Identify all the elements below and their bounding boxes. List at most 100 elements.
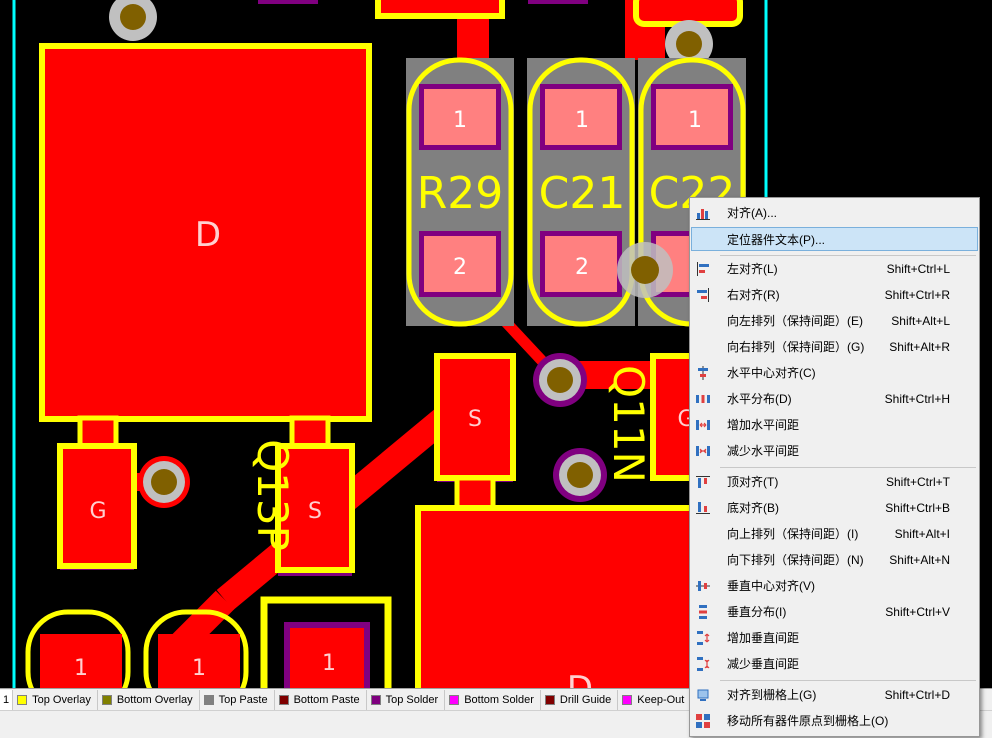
menu-item-label: 移动所有器件原点到栅格上(O) [727,714,889,728]
menu-item-align-horizontal-center[interactable]: 水平中心对齐(C) [691,361,978,385]
layer-tab-label: Bottom Solder [464,694,534,706]
layer-tab-top-overlay[interactable]: Top Overlay [13,690,98,710]
pad-number: 1 [192,656,206,681]
menu-item-arrange-right[interactable]: 向右排列（保持间距）(G) Shift+Alt+R [691,335,978,359]
distribute-vertical-icon [699,605,707,619]
increase-vertical-spacing-icon [697,631,710,645]
via-hole [631,256,659,284]
menu-item-shortcut: Shift+Alt+R [889,340,950,354]
menu-item-shortcut: Shift+Alt+N [889,553,950,567]
layer-tab-bottom-overlay[interactable]: Bottom Overlay [98,690,200,710]
layer-tab-keep-out[interactable]: Keep-Out [618,690,692,710]
menu-item-shortcut: Shift+Ctrl+R [884,288,950,302]
designator-r29: R29 [417,168,504,219]
menu-item-align-right[interactable]: 右对齐(R) Shift+Ctrl+R [691,283,978,307]
designator-q13p: Q13P [248,439,297,551]
layer-tab-label: Drill Guide [559,694,612,706]
layer-tab-label: Bottom Overlay [116,694,193,706]
layer-tab-label: Top Paste [218,694,268,706]
menu-item-label: 减少垂直间距 [727,657,800,671]
menu-item-shortcut: Shift+Ctrl+L [886,262,950,276]
pad-number: 1 [453,108,467,133]
menu-item-shortcut: Shift+Alt+I [894,527,950,541]
pad-d: D [567,669,593,690]
menu-item-shortcut: Shift+Ctrl+H [884,392,950,406]
menu-item-label: 对齐到栅格上(G) [727,688,817,702]
pad-number: 1 [322,651,336,676]
menu-item-shortcut: Shift+Ctrl+B [885,501,950,515]
menu-item-label: 垂直分布(I) [727,605,787,619]
menu-item-label: 左对齐(L) [727,262,778,276]
menu-item-position-component-text[interactable]: 定位器件文本(P)... [691,227,978,251]
align-context-menu: 对齐(A)... 定位器件文本(P)... 左对齐(L) Shift+Ctrl+… [689,197,980,737]
pad-d: D [195,215,221,255]
pad-number: 2 [453,255,467,280]
menu-item-distribute-vertical[interactable]: 垂直分布(I) Shift+Ctrl+V [691,600,978,624]
menu-item-arrange-up[interactable]: 向上排列（保持间距）(I) Shift+Alt+I [691,522,978,546]
menu-item-label: 顶对齐(T) [727,475,779,489]
component-r29[interactable]: 1 2 R29 [406,57,514,327]
layer-tab-drill-guide[interactable]: Drill Guide [541,690,619,710]
layer-color-swatch [622,695,633,705]
move-origins-to-grid-icon [696,714,710,728]
menu-item-align-to-grid[interactable]: 对齐到栅格上(G) Shift+Ctrl+D [691,683,978,707]
layer-tab-top-solder[interactable]: Top Solder [367,690,446,710]
menu-item-move-origins-to-grid[interactable]: 移动所有器件原点到栅格上(O) [691,709,978,733]
layer-tab-label: Bottom Paste [293,694,360,706]
align-left-icon [697,262,709,276]
menu-item-shortcut: Shift+Ctrl+D [884,688,950,702]
layer-tab-bottom-solder[interactable]: Bottom Solder [445,690,541,710]
menu-item-decrease-horizontal-spacing[interactable]: 减少水平间距 [691,439,978,463]
menu-item-shortcut: Shift+Ctrl+T [885,475,950,489]
menu-item-increase-vertical-spacing[interactable]: 增加垂直间距 [691,626,978,650]
pad-number: 2 [575,255,589,280]
menu-item-label: 垂直中心对齐(V) [727,579,815,593]
layer-color-swatch [370,695,381,705]
menu-separator [720,680,976,681]
layer-tab-bottom-paste[interactable]: Bottom Paste [275,690,367,710]
menu-item-shortcut: Shift+Ctrl+V [885,605,950,619]
menu-item-decrease-vertical-spacing[interactable]: 减少垂直间距 [691,652,978,676]
menu-item-label: 定位器件文本(P)... [727,233,825,247]
layer-tab-mechanical-1[interactable]: 1 [0,690,14,710]
menu-item-label: 减少水平间距 [727,444,800,458]
pad-number: 1 [575,108,589,133]
align-vcenter-icon [696,581,710,591]
pad-number: 1 [688,108,702,133]
layer-color-swatch [278,695,289,705]
menu-item-label: 水平中心对齐(C) [727,366,816,380]
menu-item-increase-horizontal-spacing[interactable]: 增加水平间距 [691,413,978,437]
menu-item-align-top[interactable]: 顶对齐(T) Shift+Ctrl+T [691,470,978,494]
layer-tab-top-paste[interactable]: Top Paste [200,690,275,710]
distribute-horizontal-icon [696,395,710,403]
layer-tab-label: Top Overlay [32,694,91,706]
menu-separator [720,255,976,256]
menu-item-label: 向下排列（保持间距）(N) [727,553,864,567]
pad-g: G [89,499,106,524]
align-icon [696,209,710,220]
menu-item-label: 增加水平间距 [727,418,800,432]
bottom-row-components[interactable]: 1 1 1 [25,596,392,690]
layer-color-swatch [17,695,28,705]
menu-item-align[interactable]: 对齐(A)... [691,201,978,225]
layer-color-swatch [544,695,555,705]
menu-item-label: 对齐(A)... [727,206,777,220]
align-to-grid-icon [697,689,709,701]
menu-item-label: 向上排列（保持间距）(I) [727,527,859,541]
menu-item-label: 右对齐(R) [727,288,780,302]
menu-item-align-left[interactable]: 左对齐(L) Shift+Ctrl+L [691,257,978,281]
menu-item-label: 水平分布(D) [727,392,792,406]
menu-separator [720,467,976,468]
menu-item-arrange-down[interactable]: 向下排列（保持间距）(N) Shift+Alt+N [691,548,978,572]
offscreen-pad [375,0,505,19]
menu-item-distribute-horizontal[interactable]: 水平分布(D) Shift+Ctrl+H [691,387,978,411]
layer-color-swatch [101,695,112,705]
align-top-icon [696,476,710,488]
increase-horizontal-spacing-icon [696,420,710,430]
layer-color-swatch [449,695,460,705]
component-c21[interactable]: 1 2 C21 [527,57,635,327]
menu-item-align-vertical-center[interactable]: 垂直中心对齐(V) [691,574,978,598]
menu-item-arrange-left[interactable]: 向左排列（保持间距）(E) Shift+Alt+L [691,309,978,333]
menu-item-align-bottom[interactable]: 底对齐(B) Shift+Ctrl+B [691,496,978,520]
align-right-icon [697,288,709,302]
